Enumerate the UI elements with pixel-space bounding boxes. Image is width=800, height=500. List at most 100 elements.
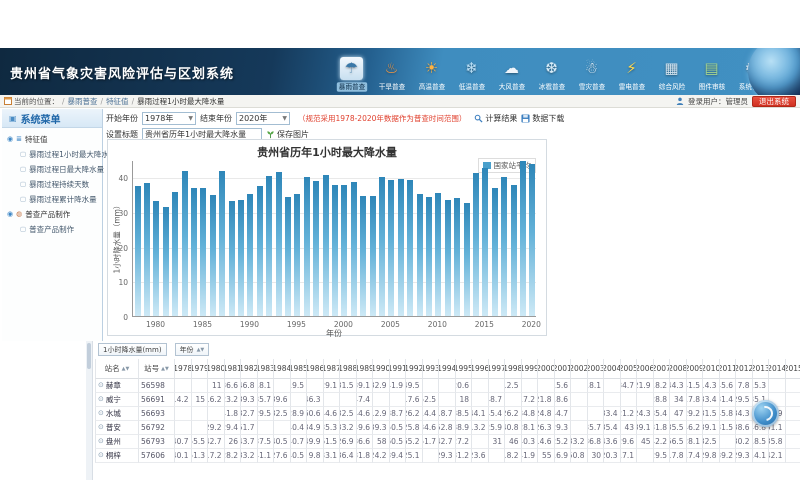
- sidebar-item[interactable]: ▢暴雨过程累计降水量: [2, 192, 102, 207]
- col-header-year[interactable]: 2000: [538, 359, 555, 379]
- col-header-year[interactable]: 1990: [373, 359, 390, 379]
- value-cell: [175, 407, 192, 421]
- sidebar-item[interactable]: ▢暴雨过程日最大降水量: [2, 162, 102, 177]
- col-header-year[interactable]: 2003: [588, 359, 605, 379]
- col-header-year[interactable]: 1984: [274, 359, 291, 379]
- chart-bar: [135, 186, 141, 316]
- logout-button[interactable]: 退出系统: [752, 96, 796, 107]
- end-year-select[interactable]: 2020年 ▼: [236, 112, 290, 125]
- value-cell: 32.7: [241, 407, 258, 421]
- table-left-scrollbar[interactable]: [86, 341, 93, 480]
- floating-badge-icon[interactable]: [752, 400, 779, 427]
- station-name-cell[interactable]: ⊙威宁: [95, 393, 139, 407]
- expand-icon[interactable]: ◉: [7, 211, 13, 218]
- radio-icon[interactable]: ⊙: [98, 452, 104, 459]
- col-header-year[interactable]: 2004: [604, 359, 621, 379]
- nav-item-8[interactable]: ⚡雷电普查: [614, 57, 649, 92]
- value-cell: 31.2: [456, 449, 473, 463]
- radio-icon[interactable]: ⊙: [98, 396, 104, 403]
- sidebar-item[interactable]: ▢暴雨过程持续天数: [2, 177, 102, 192]
- col-header-year[interactable]: 1991: [390, 359, 407, 379]
- radio-icon[interactable]: ⊙: [98, 410, 104, 417]
- sidebar-group-2[interactable]: ◉◍普查产品制作: [2, 207, 102, 222]
- col-header-year[interactable]: 1993: [423, 359, 440, 379]
- col-header-year[interactable]: 2001: [555, 359, 572, 379]
- nav-item-9[interactable]: ▦综合风险: [654, 57, 689, 92]
- value-cell: 49.9: [307, 435, 324, 449]
- col-header-station-name[interactable]: 站名▲▼: [95, 359, 139, 379]
- col-header-year[interactable]: 2015: [786, 359, 800, 379]
- nav-item-5[interactable]: ☁大风普查: [494, 57, 529, 92]
- col-header-year[interactable]: 2010: [703, 359, 720, 379]
- sort-arrows-icon[interactable]: ▲▼: [122, 366, 130, 372]
- nav-item-10[interactable]: ▤图件审核: [694, 57, 729, 92]
- sidebar-item[interactable]: ▢暴雨过程1小时最大降水量: [2, 147, 102, 162]
- col-header-station-id[interactable]: 站号▲▼: [139, 359, 175, 379]
- sidebar-group-1[interactable]: ◉≣特征值: [2, 132, 102, 147]
- value-cell: 31: [489, 435, 506, 449]
- col-header-year[interactable]: 1979: [192, 359, 209, 379]
- breadcrumb-link[interactable]: 暴雨过程1小时最大降水量: [137, 97, 224, 106]
- scrollbar-thumb[interactable]: [87, 343, 91, 369]
- col-header-year[interactable]: 1988: [340, 359, 357, 379]
- col-header-year[interactable]: 1987: [324, 359, 341, 379]
- col-header-year[interactable]: 2005: [621, 359, 638, 379]
- breadcrumb-link[interactable]: 暴雨普查: [68, 97, 98, 106]
- expand-icon[interactable]: ◉: [7, 136, 13, 143]
- col-header-year[interactable]: 1985: [291, 359, 308, 379]
- col-header-year[interactable]: 2008: [670, 359, 687, 379]
- col-header-year[interactable]: 1995: [456, 359, 473, 379]
- col-header-year[interactable]: 1986: [307, 359, 324, 379]
- col-header-year[interactable]: 2006: [637, 359, 654, 379]
- download-button[interactable]: 数据下载: [521, 113, 564, 124]
- station-name-cell[interactable]: ⊙桐梓: [95, 449, 139, 463]
- sort-arrows-icon[interactable]: ▲▼: [161, 366, 169, 372]
- station-name-cell[interactable]: ⊙盘州: [95, 435, 139, 449]
- nav-item-1[interactable]: ☂暴雨普查: [334, 57, 369, 92]
- save-image-button[interactable]: 保存图片: [266, 129, 309, 140]
- value-cell: 44.1: [472, 407, 489, 421]
- col-header-year[interactable]: 1983: [258, 359, 275, 379]
- nav-item-4[interactable]: ❄低温普查: [454, 57, 489, 92]
- col-header-year[interactable]: 1999: [522, 359, 539, 379]
- col-header-year[interactable]: 2011: [720, 359, 737, 379]
- value-cell: [637, 393, 654, 407]
- station-name-cell[interactable]: ⊙赫章: [95, 379, 139, 393]
- station-name-cell[interactable]: ⊙水城: [95, 407, 139, 421]
- query-form-row1: 开始年份 1978年 ▼ 结束年份 2020年 ▼ （规范采用1978-2020…: [106, 111, 564, 125]
- nav-item-6[interactable]: ❆冰雹普查: [534, 57, 569, 92]
- radio-icon[interactable]: ⊙: [98, 438, 104, 445]
- value-cell: [621, 393, 638, 407]
- breadcrumb-link[interactable]: 特征值: [106, 97, 129, 106]
- value-cell: 18.1: [588, 379, 605, 393]
- col-header-year[interactable]: 1978: [175, 359, 192, 379]
- nav-item-3[interactable]: ☀高温普查: [414, 57, 449, 92]
- start-year-select[interactable]: 1978年 ▼: [142, 112, 196, 125]
- col-header-year[interactable]: 2013: [753, 359, 770, 379]
- nav-item-2[interactable]: ♨干旱普查: [374, 57, 409, 92]
- col-header-year[interactable]: 1989: [357, 359, 374, 379]
- sidebar-item[interactable]: ▢普查产品制作: [2, 222, 102, 237]
- col-header-year[interactable]: 1996: [472, 359, 489, 379]
- nav-item-7[interactable]: ☃雪灾普查: [574, 57, 609, 92]
- col-header-year[interactable]: 2014: [769, 359, 786, 379]
- col-header-year[interactable]: 2012: [736, 359, 753, 379]
- col-header-year[interactable]: 1994: [439, 359, 456, 379]
- col-header-year[interactable]: 1992: [406, 359, 423, 379]
- year-sort-button[interactable]: 年份 ▲▼: [175, 343, 210, 356]
- value-cell: [274, 379, 291, 393]
- station-name-cell[interactable]: ⊙普安: [95, 421, 139, 435]
- radio-icon[interactable]: ⊙: [98, 424, 104, 431]
- col-header-year[interactable]: 2007: [654, 359, 671, 379]
- col-header-year[interactable]: 2002: [571, 359, 588, 379]
- metric-select-button[interactable]: 1小时降水量(mm): [98, 343, 167, 356]
- value-cell: [786, 449, 800, 463]
- radio-icon[interactable]: ⊙: [98, 382, 104, 389]
- col-header-year[interactable]: 1997: [489, 359, 506, 379]
- col-header-year[interactable]: 1998: [505, 359, 522, 379]
- col-header-year[interactable]: 1982: [241, 359, 258, 379]
- col-header-year[interactable]: 1980: [208, 359, 225, 379]
- col-header-year[interactable]: 1981: [225, 359, 242, 379]
- calculate-button[interactable]: 计算结果: [474, 113, 517, 124]
- col-header-year[interactable]: 2009: [687, 359, 704, 379]
